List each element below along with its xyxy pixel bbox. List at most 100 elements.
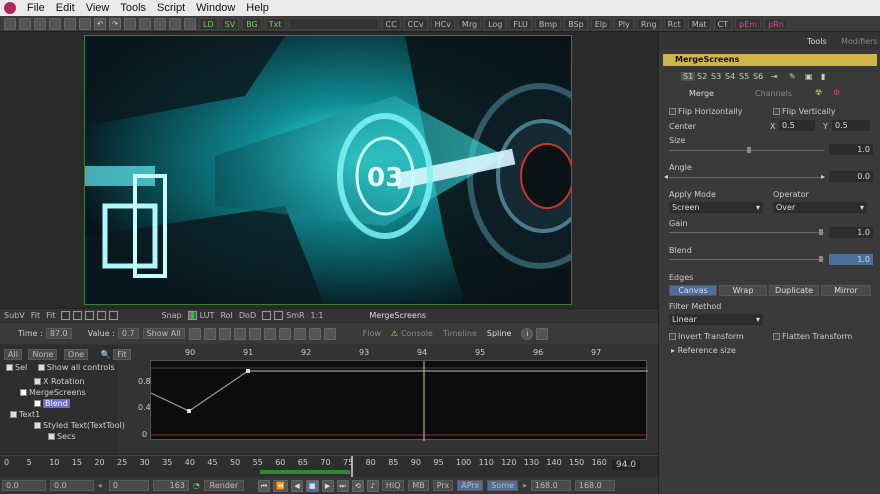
spline-tool-10-icon[interactable] (323, 327, 336, 340)
tool-header[interactable]: MergeScreens (663, 54, 877, 66)
blend-slider-knob[interactable] (819, 256, 823, 262)
filter-method-dropdown[interactable]: Linear ▾ (669, 314, 763, 325)
tool-ct-button[interactable]: CT (713, 17, 733, 30)
tool-hcv-button[interactable]: HCv (430, 17, 455, 30)
prx-button[interactable]: Prx (432, 480, 454, 491)
spline-tool-4-icon[interactable] (233, 327, 246, 340)
render-button[interactable]: Render (203, 480, 244, 491)
filter-none-button[interactable]: None (28, 349, 58, 360)
view-sv-button[interactable]: SV (220, 17, 240, 30)
tool-prn-button[interactable]: pRn (764, 17, 788, 30)
color-channel-icon[interactable] (187, 311, 197, 320)
tool-rct-button[interactable]: Rct (663, 17, 685, 30)
view-bg-button[interactable]: BG (242, 17, 262, 30)
viewer-image[interactable]: 03 (84, 35, 572, 305)
menu-script[interactable]: Script (152, 2, 191, 14)
center-x-field[interactable]: 0.5 (779, 120, 815, 131)
edges-wrap-button[interactable]: Wrap (719, 285, 767, 296)
blend-field[interactable]: 1.0 (829, 254, 873, 265)
new-icon[interactable] (4, 17, 16, 30)
paint-tool-icon[interactable] (61, 311, 71, 320)
checker-icon[interactable] (274, 311, 284, 320)
tool-rng-button[interactable]: Rng (636, 17, 661, 30)
time-ruler[interactable]: 0 5 10 15 20 25 30 35 40 45 50 55 60 65 70 75 80 85 90 95 10… (0, 455, 658, 478)
radiation-icon[interactable]: ☢ (815, 88, 822, 97)
tool-elp-button[interactable]: Elp (590, 17, 612, 30)
tool-mrg-button[interactable]: Mrg (457, 17, 482, 30)
save-settings-icon[interactable]: ▣ (805, 72, 813, 81)
angle-left-arrow-icon[interactable]: ◂ (664, 172, 668, 181)
xrotation-checkbox[interactable] (34, 378, 41, 385)
tool-pem-button[interactable]: pEm (735, 17, 762, 30)
save-icon[interactable] (34, 17, 46, 30)
mb-button[interactable]: MB (408, 480, 429, 491)
tool-bsp-button[interactable]: BSp (564, 17, 588, 30)
info-icon[interactable]: i (521, 327, 534, 340)
menu-tools[interactable]: Tools (115, 2, 152, 14)
center-y-field[interactable]: 0.5 (832, 120, 870, 131)
invert-transform-checkbox[interactable]: Invert Transform (669, 332, 744, 341)
reference-size-expander[interactable]: ▸ Reference size (671, 346, 736, 355)
zoom-1-1-button[interactable]: 1:1 (311, 311, 324, 320)
view-ld-button[interactable]: LD (199, 17, 218, 30)
tab-merge[interactable]: Merge (689, 89, 714, 98)
more-icon[interactable]: » (522, 481, 527, 490)
render-end-field[interactable]: 168.0 (530, 480, 571, 491)
tool-flu-button[interactable]: FLU (509, 17, 532, 30)
time-field[interactable]: 87.0 (45, 328, 72, 339)
smr-button[interactable]: SmR (286, 311, 304, 320)
layout-4-icon[interactable] (169, 17, 181, 30)
start-time-field[interactable]: 0.0 (2, 480, 46, 491)
tool-bmp-button[interactable]: Bmp (534, 17, 562, 30)
slot-s3[interactable]: S3 (711, 72, 721, 81)
spline-tool-9-icon[interactable] (308, 327, 321, 340)
undo-icon[interactable]: ↶ (94, 17, 106, 30)
layout-3-icon[interactable] (154, 17, 166, 30)
audio-icon[interactable]: ♪ (366, 479, 379, 492)
slot-s4[interactable]: S4 (725, 72, 735, 81)
rewind-icon[interactable]: ⏪ (273, 479, 288, 492)
tool-ply-button[interactable]: Ply (614, 17, 634, 30)
pin-icon[interactable]: ⇥ (771, 72, 778, 81)
hiq-button[interactable]: HiQ (381, 480, 405, 491)
layout-5-icon[interactable] (184, 17, 196, 30)
filter-fit-button[interactable]: Fit (113, 349, 131, 360)
tab-timeline[interactable]: Timeline (443, 329, 477, 338)
tab-console[interactable]: Console (401, 329, 433, 338)
spline-tool-7-icon[interactable] (278, 327, 291, 340)
step-back-icon[interactable]: « (98, 481, 103, 490)
edges-canvas-button[interactable]: Canvas (669, 285, 717, 296)
gain-slider-knob[interactable] (819, 229, 823, 235)
tab-flow[interactable]: Flow (363, 329, 381, 338)
edges-mirror-button[interactable]: Mirror (821, 285, 871, 296)
redo-icon[interactable]: ↷ (109, 17, 121, 30)
fit-button-2[interactable]: Fit (46, 311, 55, 320)
ellipse-tool-icon[interactable] (85, 311, 95, 320)
menu-view[interactable]: View (81, 2, 116, 14)
styled-text-checkbox[interactable] (34, 422, 41, 429)
view-txt-button[interactable]: Txt (264, 17, 286, 30)
spline-tool-8-icon[interactable] (293, 327, 306, 340)
render-start-field[interactable]: 0.0 (50, 480, 94, 491)
tool-ccv-button[interactable]: CCv (403, 17, 428, 30)
menu-edit[interactable]: Edit (51, 2, 81, 14)
loop-icon[interactable]: ⟲ (351, 479, 364, 492)
dod-button[interactable]: DoD (239, 311, 256, 320)
filter-one-button[interactable]: One (63, 349, 89, 360)
rect-tool-icon[interactable] (73, 311, 83, 320)
flip-h-checkbox[interactable]: Flip Horizontally (669, 107, 742, 116)
blend-slider[interactable] (669, 259, 824, 260)
color-swatch-icon[interactable]: ▮ (821, 72, 825, 81)
angle-right-arrow-icon[interactable]: ▸ (821, 172, 825, 181)
keyframe[interactable] (246, 369, 250, 373)
sel-checkbox[interactable] (6, 364, 13, 371)
layout-1-icon[interactable] (124, 17, 136, 30)
angle-field[interactable]: 0.0 (829, 171, 873, 182)
apply-mode-dropdown[interactable]: Screen ▾ (669, 202, 763, 213)
delete-icon[interactable] (79, 17, 91, 30)
open-icon[interactable] (19, 17, 31, 30)
bspline-tool-icon[interactable] (109, 311, 119, 320)
slot-s2[interactable]: S2 (697, 72, 707, 81)
blend-checkbox[interactable] (34, 400, 41, 407)
global-end-field[interactable]: 163 (152, 480, 189, 491)
